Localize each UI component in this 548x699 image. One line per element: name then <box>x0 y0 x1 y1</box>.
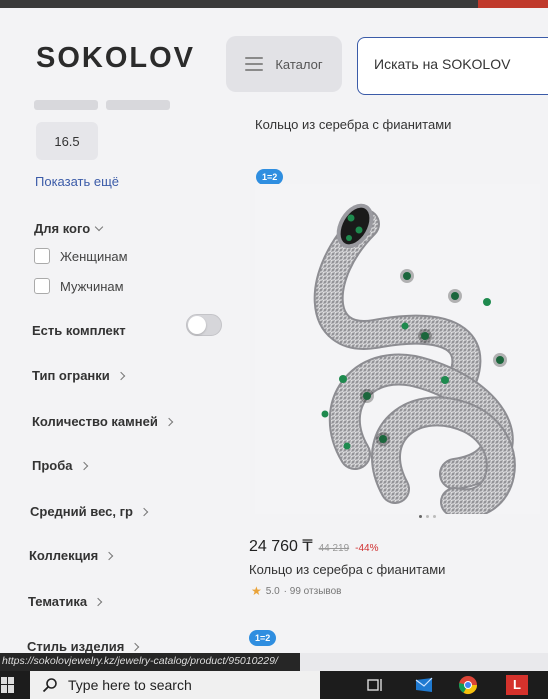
filter-sidebar: 16.5 Показать ещё Для кого Женщинам Мужч… <box>0 100 245 653</box>
chevron-right-icon <box>164 417 174 426</box>
chevron-down-icon <box>94 222 104 232</box>
chevron-right-icon <box>93 597 103 606</box>
size-chip[interactable]: 16.5 <box>36 122 98 160</box>
image-carousel-dots[interactable] <box>419 515 436 518</box>
filter-label: Коллекция <box>29 548 99 563</box>
discount-badge: -44% <box>355 543 379 554</box>
filter-label: Тип огранки <box>32 368 110 383</box>
reviews-count: · 99 отзывов <box>283 585 342 597</box>
product-name-link[interactable]: Кольцо из серебра с фианитами <box>249 562 445 577</box>
filter-cut-type[interactable]: Тип огранки <box>32 368 126 383</box>
filter-label: Средний вес, гр <box>30 504 133 519</box>
menu-icon <box>245 57 264 71</box>
web-page: SOKOLOV Каталог Искать на SOKOLOV 16.5 П… <box>0 8 548 653</box>
chevron-right-icon <box>79 461 88 470</box>
chevron-right-icon <box>139 507 149 516</box>
taskbar-search-placeholder: Type here to search <box>68 677 192 693</box>
toggle-knob <box>188 316 206 334</box>
star-icon: ★ <box>251 584 262 598</box>
product-grid: Кольцо из серебра с фианитами 1=2 24 760… <box>245 100 548 653</box>
checkbox-women[interactable]: Женщинам <box>34 248 128 264</box>
app-l-icon[interactable]: L <box>506 675 528 695</box>
show-more-link[interactable]: Показать ещё <box>35 174 119 189</box>
catalog-button[interactable]: Каталог <box>226 36 342 92</box>
promo-badge: 1=2 <box>256 169 284 185</box>
has-set-toggle[interactable] <box>186 314 222 336</box>
catalog-label: Каталог <box>275 56 323 72</box>
search-input[interactable]: Искать на SOKOLOV <box>357 37 548 95</box>
status-bar-url: https://sokolovjewelry.kz/jewelry-catalo… <box>0 653 300 671</box>
rating-row[interactable]: ★ 5.0 · 99 отзывов <box>251 584 341 598</box>
promo-badge-next: 1=2 <box>249 630 277 646</box>
site-header: SOKOLOV Каталог Искать на SOKOLOV <box>0 8 548 100</box>
chevron-right-icon <box>104 551 114 560</box>
checkbox-label: Женщинам <box>60 248 128 264</box>
old-price: 44 219 <box>318 543 350 554</box>
filter-for-whom[interactable]: Для кого <box>34 221 104 236</box>
rating-value: 5.0 <box>265 585 280 597</box>
faded-size-chips <box>34 100 170 110</box>
browser-tab[interactable] <box>478 0 548 8</box>
taskbar-search[interactable]: Type here to search <box>30 671 320 699</box>
windows-taskbar: Type here to search L <box>0 671 548 699</box>
chrome-icon[interactable] <box>458 676 477 695</box>
filter-has-set-label: Есть комплект <box>32 323 126 338</box>
filter-theme[interactable]: Тематика <box>28 594 103 609</box>
sokolov-logo[interactable]: SOKOLOV <box>36 42 195 75</box>
checkbox-men[interactable]: Мужчинам <box>34 278 124 294</box>
filter-stone-count[interactable]: Количество камней <box>32 414 174 429</box>
checkbox-box[interactable] <box>34 278 50 294</box>
filter-label: Тематика <box>28 594 88 609</box>
current-price: 24 760 ₸ <box>249 538 313 555</box>
task-view-icon[interactable] <box>366 677 384 693</box>
mail-app-icon[interactable] <box>414 677 433 693</box>
checkbox-label: Мужчинам <box>60 278 124 294</box>
filter-label: Количество камней <box>32 414 158 429</box>
filter-label: Стиль изделия <box>27 639 125 653</box>
windows-start-icon[interactable] <box>0 677 14 693</box>
filter-collection[interactable]: Коллекция <box>29 548 114 563</box>
chevron-right-icon <box>131 642 140 651</box>
filter-fineness[interactable]: Проба <box>32 458 88 473</box>
price-row: 24 760 ₸ 44 219 -44% <box>249 536 379 556</box>
filter-style[interactable]: Стиль изделия <box>27 639 140 653</box>
product-title-previous[interactable]: Кольцо из серебра с фианитами <box>255 117 451 132</box>
chevron-right-icon <box>116 371 126 380</box>
filter-for-whom-label: Для кого <box>34 221 91 236</box>
product-image[interactable] <box>255 184 540 519</box>
filter-label: Проба <box>32 458 73 473</box>
filter-average-weight[interactable]: Средний вес, гр <box>30 504 149 519</box>
browser-tab-strip <box>0 0 548 8</box>
checkbox-box[interactable] <box>34 248 50 264</box>
search-icon <box>42 678 57 693</box>
snake-ring-image <box>313 203 516 519</box>
